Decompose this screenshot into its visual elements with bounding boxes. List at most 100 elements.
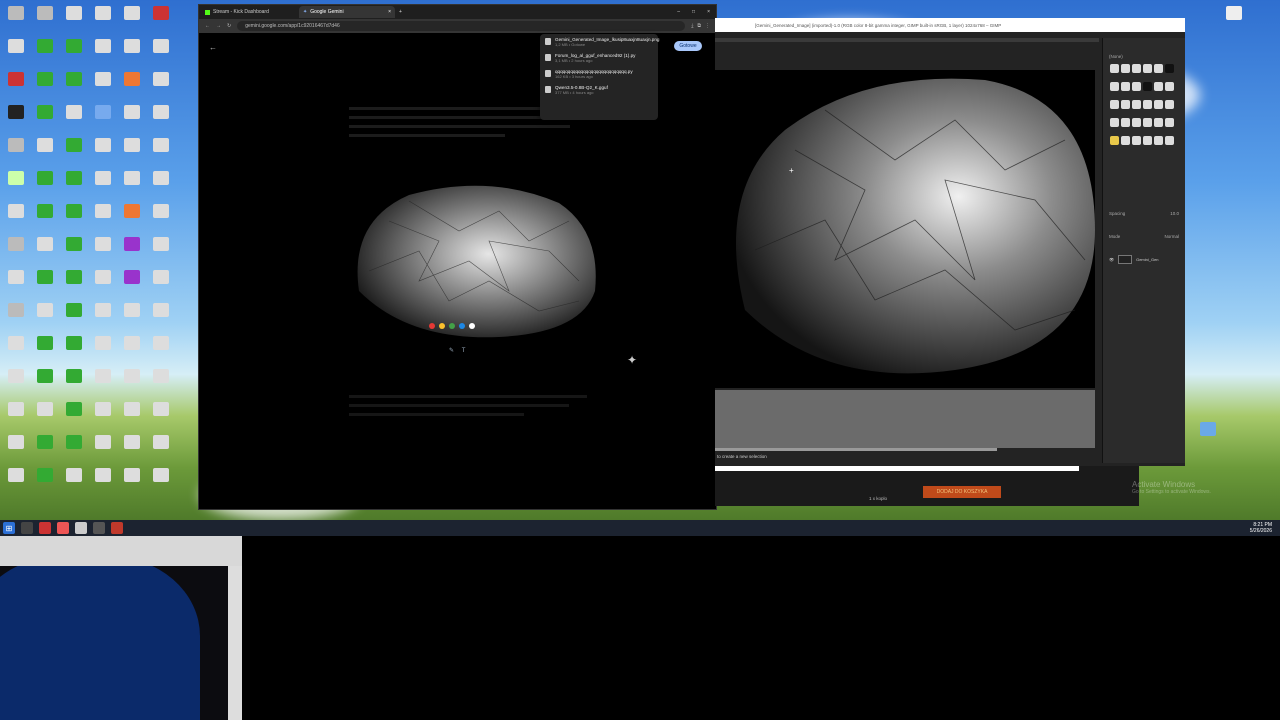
desktop-icon[interactable]: [147, 72, 175, 104]
desktop-icon[interactable]: [60, 72, 88, 104]
brush-swatch[interactable]: [1121, 64, 1130, 73]
download-item[interactable]: qqqqqqqqqqqqqqqqqqqqqqqqqqqq.py 162 KB • …: [540, 66, 658, 82]
brush-swatch[interactable]: [1165, 118, 1174, 127]
brush-swatch[interactable]: [1143, 136, 1152, 145]
desktop-icon[interactable]: [31, 435, 59, 467]
color-swatch-white[interactable]: [469, 323, 475, 329]
desktop-icon[interactable]: [31, 171, 59, 203]
desktop-icon[interactable]: [118, 105, 146, 137]
desktop-icon[interactable]: [89, 468, 117, 500]
brush-swatch[interactable]: [1165, 136, 1174, 145]
brush-swatch[interactable]: [1132, 118, 1141, 127]
desktop-icon[interactable]: [31, 402, 59, 434]
visibility-icon[interactable]: 👁: [1109, 257, 1114, 262]
app-icon[interactable]: [75, 522, 87, 534]
desktop-icon[interactable]: [147, 369, 175, 401]
download-icon[interactable]: ⤓: [691, 23, 693, 29]
tab-gemini[interactable]: ✦ Google Gemini ×: [299, 6, 395, 18]
back-icon[interactable]: ←: [205, 23, 210, 29]
brush-swatch[interactable]: [1110, 136, 1119, 145]
taskview-icon[interactable]: [21, 522, 33, 534]
clock-date[interactable]: 5/26/2026: [1250, 528, 1272, 534]
desktop-icon[interactable]: [60, 468, 88, 500]
mode-select[interactable]: Normal: [1164, 234, 1179, 239]
desktop-icon[interactable]: [2, 435, 30, 467]
brush-swatch[interactable]: [1154, 64, 1163, 73]
desktop-icon[interactable]: [147, 435, 175, 467]
desktop-icon[interactable]: [31, 336, 59, 368]
close-window-icon[interactable]: ×: [707, 9, 710, 15]
desktop-icon[interactable]: [89, 369, 117, 401]
canvas[interactable]: +: [715, 70, 1095, 388]
desktop-icon[interactable]: [89, 138, 117, 170]
brush-swatch[interactable]: [1121, 118, 1130, 127]
desktop-icon[interactable]: [31, 39, 59, 71]
desktop-icon[interactable]: [147, 171, 175, 203]
desktop-icon[interactable]: [89, 237, 117, 269]
brush-swatch[interactable]: [1132, 136, 1141, 145]
close-tab-icon[interactable]: ×: [388, 9, 391, 15]
desktop-icon[interactable]: [2, 72, 30, 104]
brush-swatch[interactable]: [1121, 100, 1130, 109]
desktop-icon[interactable]: [2, 6, 30, 38]
desktop-icon[interactable]: [60, 270, 88, 302]
desktop-icon[interactable]: [118, 237, 146, 269]
desktop-icon[interactable]: [2, 402, 30, 434]
app-icon[interactable]: [39, 522, 51, 534]
color-swatch-yellow[interactable]: [439, 323, 445, 329]
desktop-icon[interactable]: [60, 336, 88, 368]
desktop-icon[interactable]: [118, 6, 146, 38]
desktop-icon[interactable]: [147, 468, 175, 500]
desktop-icon[interactable]: [89, 402, 117, 434]
app-icon[interactable]: [57, 522, 69, 534]
desktop-icon[interactable]: [60, 402, 88, 434]
desktop-icon[interactable]: [118, 72, 146, 104]
desktop-icon[interactable]: [89, 171, 117, 203]
desktop-icon[interactable]: [89, 204, 117, 236]
desktop-icon[interactable]: [60, 171, 88, 203]
desktop-icon[interactable]: [118, 435, 146, 467]
desktop-icon[interactable]: [31, 237, 59, 269]
brush-swatch[interactable]: [1154, 118, 1163, 127]
brush-swatch[interactable]: [1121, 82, 1130, 91]
desktop-icon[interactable]: [2, 336, 30, 368]
desktop-icon[interactable]: [118, 204, 146, 236]
maximize-icon[interactable]: □: [692, 9, 695, 15]
brush-swatch[interactable]: [1154, 136, 1163, 145]
download-item[interactable]: Gemini_Generated_Image_lkusip8uaxjn8uaxj…: [540, 34, 659, 50]
spacing-value[interactable]: 10.0: [1170, 211, 1179, 216]
desktop-icon[interactable]: [118, 171, 146, 203]
desktop-icon[interactable]: [118, 39, 146, 71]
desktop-icon[interactable]: [147, 402, 175, 434]
desktop-icon[interactable]: [89, 105, 117, 137]
generated-image[interactable]: [349, 181, 599, 341]
horizontal-scrollbar[interactable]: [715, 448, 997, 451]
desktop-icon[interactable]: [2, 270, 30, 302]
desktop-icon[interactable]: [147, 204, 175, 236]
desktop-icon[interactable]: [147, 39, 175, 71]
desktop-icon[interactable]: [2, 204, 30, 236]
done-button[interactable]: Gotowe: [674, 41, 702, 51]
new-tab-icon[interactable]: +: [399, 9, 402, 15]
brush-swatch[interactable]: [1143, 64, 1152, 73]
desktop-icon[interactable]: [147, 138, 175, 170]
desktop-icon[interactable]: [2, 39, 30, 71]
desktop-icon[interactable]: [89, 6, 117, 38]
brush-swatch[interactable]: [1132, 64, 1141, 73]
brush-swatch[interactable]: [1154, 82, 1163, 91]
desktop-icon[interactable]: [147, 6, 175, 38]
brush-swatch[interactable]: [1110, 82, 1119, 91]
layer-row[interactable]: 👁 Gemini_Gen: [1103, 241, 1185, 278]
brush-swatch[interactable]: [1143, 82, 1152, 91]
desktop-icon[interactable]: [118, 369, 146, 401]
desktop-icon[interactable]: [31, 6, 59, 38]
desktop-icon[interactable]: [2, 468, 30, 500]
brush-swatch[interactable]: [1143, 100, 1152, 109]
desktop-icon[interactable]: [147, 303, 175, 335]
desktop-icon[interactable]: [89, 270, 117, 302]
forward-icon[interactable]: →: [216, 23, 221, 29]
desktop-icon[interactable]: [118, 270, 146, 302]
start-icon[interactable]: ⊞: [3, 522, 15, 534]
brush-swatch[interactable]: [1110, 100, 1119, 109]
desktop-icon[interactable]: [31, 138, 59, 170]
